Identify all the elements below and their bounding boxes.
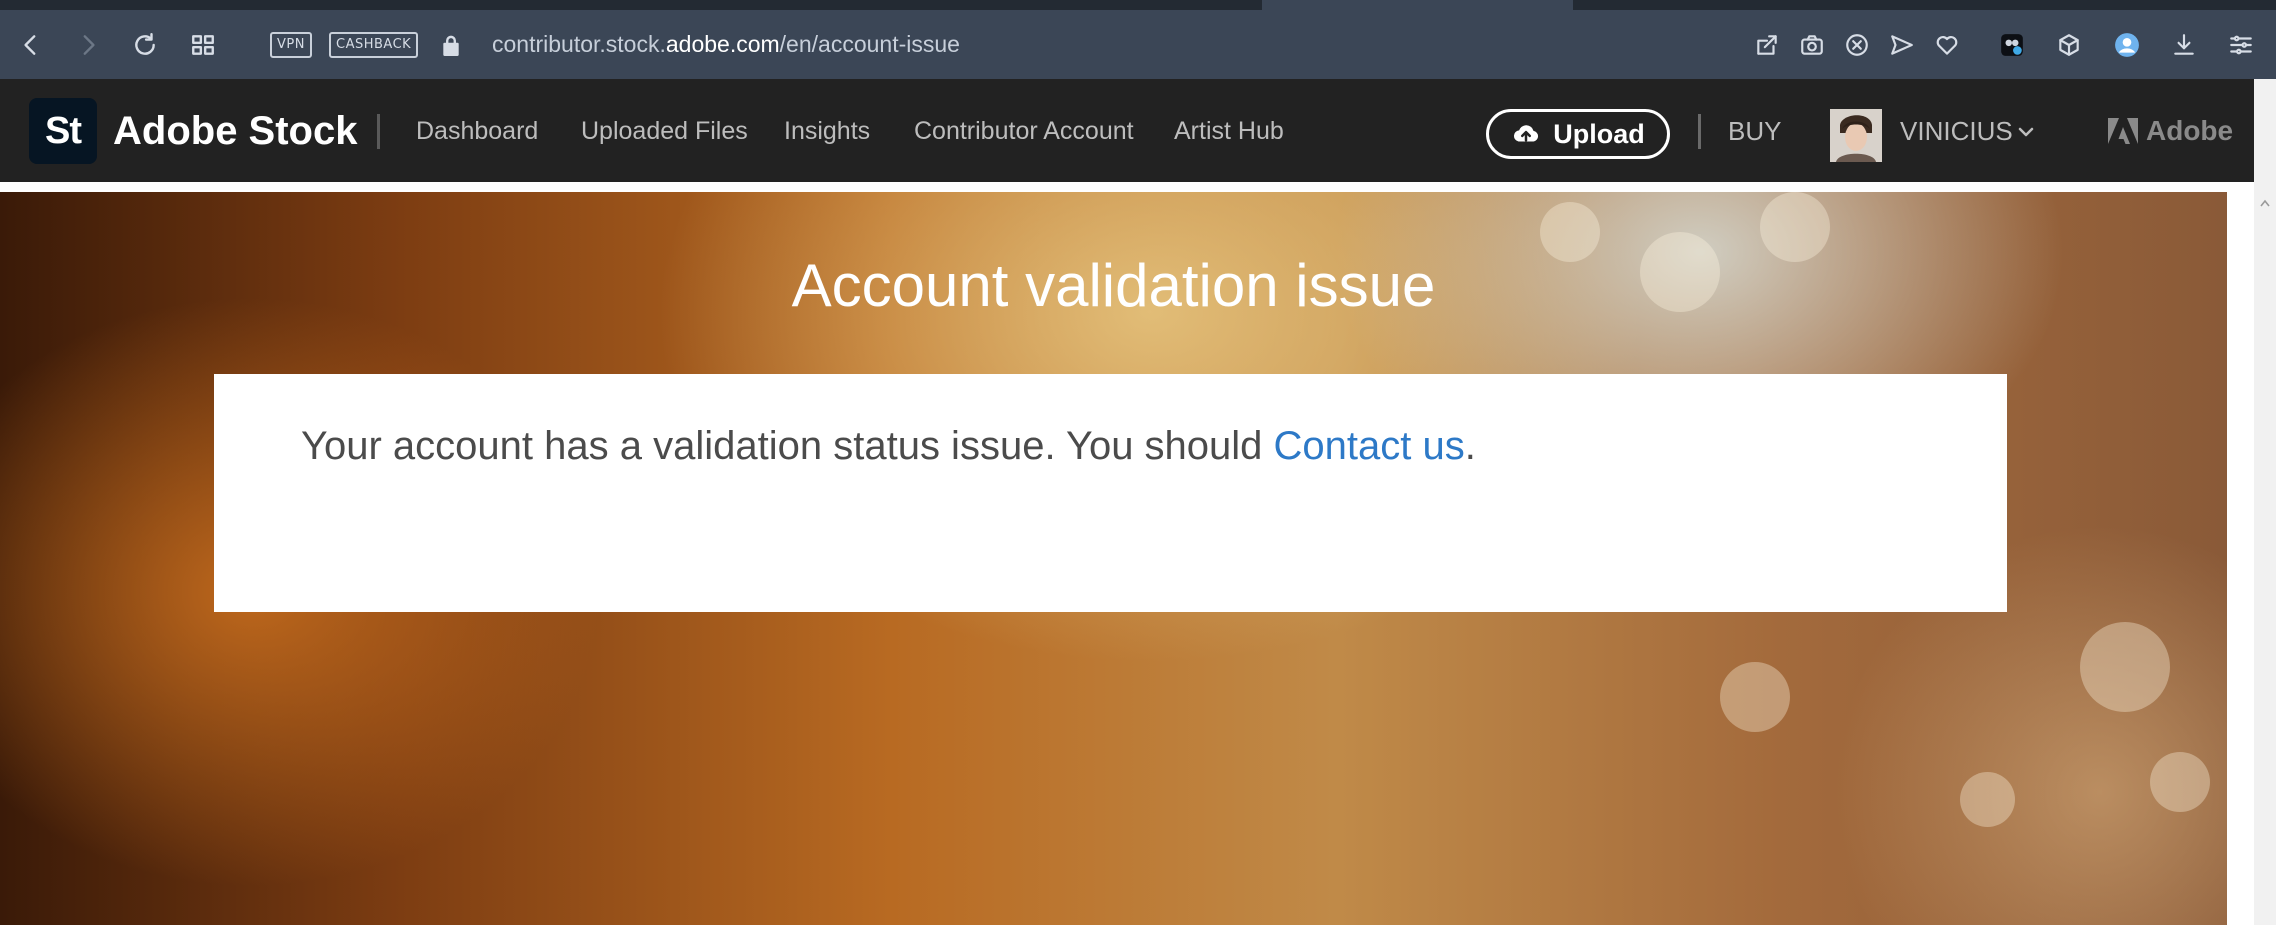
browser-tab[interactable]	[1573, 0, 2276, 10]
contact-us-link[interactable]: Contact us	[1274, 424, 1465, 468]
username[interactable]: VINICIUS	[1900, 109, 2013, 153]
header-divider	[1698, 114, 1701, 149]
nav-uploaded-files[interactable]: Uploaded Files	[581, 109, 748, 153]
upload-label: Upload	[1553, 118, 1645, 149]
bokeh-light	[2150, 752, 2210, 812]
avatar[interactable]	[1830, 109, 1882, 162]
stock-logo[interactable]: St	[29, 98, 97, 164]
hero-banner: Account validation issue Your account ha…	[0, 192, 2227, 925]
heart-icon[interactable]	[1932, 30, 1962, 60]
camera-icon[interactable]	[1797, 30, 1827, 60]
nav-contributor-account[interactable]: Contributor Account	[914, 109, 1134, 153]
adobe-logo-icon	[2108, 118, 2138, 144]
address-bar[interactable]: contributor.stock.adobe.com/en/account-i…	[492, 28, 960, 60]
cube-icon[interactable]	[2054, 30, 2084, 60]
page-scrollbar[interactable]	[2254, 79, 2276, 925]
browser-toolbar: VPN CASHBACK contributor.stock.adobe.com…	[0, 10, 2276, 79]
cloud-upload-icon	[1514, 125, 1539, 142]
nav-artist-hub[interactable]: Artist Hub	[1174, 109, 1284, 153]
header-divider	[377, 114, 380, 149]
page-title: Account validation issue	[791, 252, 1436, 319]
brand-name[interactable]: Adobe Stock	[113, 103, 357, 159]
bokeh-light	[1720, 662, 1790, 732]
validation-message: Your account has a validation status iss…	[301, 424, 1476, 469]
scroll-up-icon[interactable]	[2260, 199, 2270, 207]
url-path: /en/account-issue	[779, 31, 960, 57]
profile-icon[interactable]	[2112, 30, 2142, 60]
cashback-badge[interactable]: CASHBACK	[329, 32, 419, 58]
vpn-badge[interactable]: VPN	[270, 32, 312, 58]
nav-dashboard[interactable]: Dashboard	[416, 109, 538, 153]
download-icon[interactable]	[2169, 30, 2199, 60]
settings-menu-icon[interactable]	[2226, 30, 2256, 60]
extension-avatar-icon[interactable]	[1997, 30, 2027, 60]
nav-insights[interactable]: Insights	[784, 109, 870, 153]
forward-icon[interactable]	[73, 30, 103, 60]
bokeh-light	[1960, 772, 2015, 827]
message-card: Your account has a validation status iss…	[214, 374, 2007, 612]
adobe-link[interactable]: Adobe	[2108, 109, 2233, 153]
bokeh-light	[2080, 622, 2170, 712]
chevron-down-icon[interactable]	[2016, 122, 2036, 142]
lock-icon[interactable]	[436, 30, 466, 60]
adobe-label: Adobe	[2146, 115, 2234, 146]
message-end: .	[1464, 424, 1476, 468]
browser-tabstrip	[0, 0, 2276, 10]
url-prefix: contributor.stock.	[492, 31, 666, 57]
back-icon[interactable]	[16, 30, 46, 60]
url-host: adobe.com	[665, 31, 780, 57]
reload-icon[interactable]	[130, 30, 160, 60]
buy-link[interactable]: BUY	[1728, 109, 1781, 153]
send-icon[interactable]	[1887, 30, 1917, 60]
speed-dial-icon[interactable]	[188, 30, 218, 60]
adblock-icon[interactable]	[1842, 30, 1872, 60]
message-text: Your account has a validation status iss…	[301, 424, 1274, 468]
upload-button[interactable]: Upload	[1486, 109, 1670, 159]
browser-tab[interactable]	[0, 0, 1262, 10]
site-header: St Adobe Stock Dashboard Uploaded Files …	[0, 79, 2254, 182]
share-icon[interactable]	[1752, 30, 1782, 60]
